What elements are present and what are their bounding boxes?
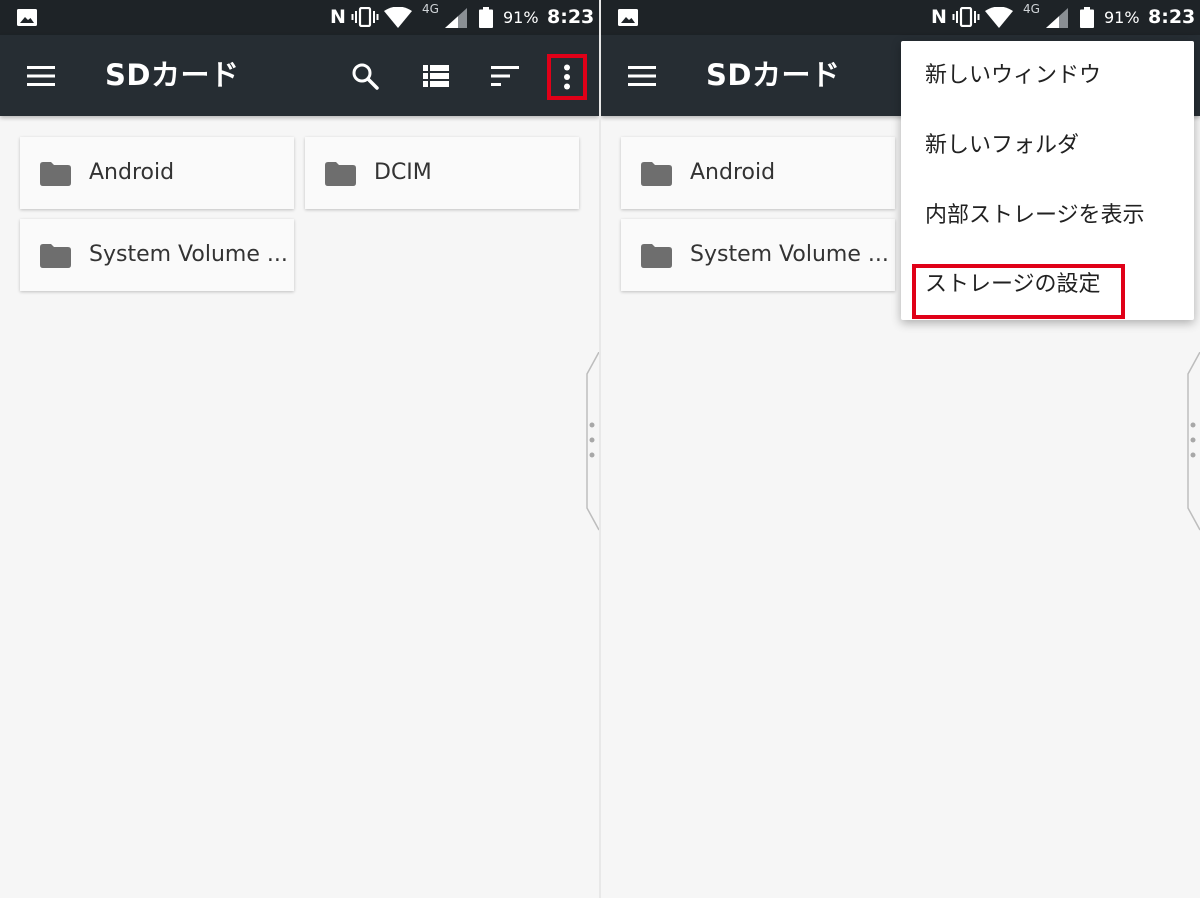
more-vert-icon xyxy=(564,64,570,90)
menu-item-label: ストレージの設定 xyxy=(925,272,1101,297)
status-bar: N 4G 91% 8:23 xyxy=(601,0,1200,35)
vibrate-icon xyxy=(952,7,980,27)
menu-item-label: 新しいウィンドウ xyxy=(925,63,1102,88)
folder-item[interactable]: Android xyxy=(20,137,294,209)
network-type: 4G xyxy=(1023,2,1040,16)
folder-name: Android xyxy=(690,160,776,185)
sort-button[interactable] xyxy=(487,58,523,94)
menu-item-storage-settings[interactable]: ストレージの設定 xyxy=(901,250,1194,320)
phone-screen-right: N 4G 91% 8:23 SDカード Android System Volum… xyxy=(601,0,1200,898)
battery-percent: 91% xyxy=(1104,8,1140,27)
page-title: SDカード xyxy=(105,58,240,92)
signal-icon xyxy=(445,8,467,28)
wifi-icon xyxy=(384,7,412,28)
app-bar: SDカード xyxy=(0,35,599,116)
folder-item[interactable]: DCIM xyxy=(305,137,579,209)
status-bar: N 4G 91% 8:23 xyxy=(0,0,599,35)
search-button[interactable] xyxy=(347,58,383,94)
folder-item[interactable]: System Volume ... xyxy=(20,219,294,291)
battery-icon xyxy=(479,7,493,28)
list-view-button[interactable] xyxy=(418,58,454,94)
folder-icon xyxy=(40,244,71,268)
page-title: SDカード xyxy=(706,58,841,92)
network-type: 4G xyxy=(422,2,439,16)
folder-icon xyxy=(641,244,672,268)
folder-icon xyxy=(641,162,672,186)
hamburger-menu-icon[interactable] xyxy=(628,66,656,86)
menu-item-label: 内部ストレージを表示 xyxy=(925,203,1145,228)
search-icon xyxy=(352,63,379,90)
edge-panel-handle[interactable] xyxy=(1186,352,1200,532)
menu-item-new-window[interactable]: 新しいウィンドウ xyxy=(901,41,1194,111)
more-options-button[interactable] xyxy=(547,54,587,100)
clock: 8:23 xyxy=(1148,6,1196,28)
folder-name: System Volume ... xyxy=(89,242,288,267)
phone-screen-left: N 4G 91% 8:23 SDカード Android DCIM System … xyxy=(0,0,599,898)
clock: 8:23 xyxy=(547,6,595,28)
folder-icon xyxy=(40,162,71,186)
menu-item-show-internal-storage[interactable]: 内部ストレージを表示 xyxy=(901,181,1194,251)
folder-icon xyxy=(325,162,356,186)
nfc-icon: N xyxy=(931,6,947,28)
overflow-menu: 新しいウィンドウ 新しいフォルダ 内部ストレージを表示 ストレージの設定 xyxy=(901,41,1194,320)
menu-item-new-folder[interactable]: 新しいフォルダ xyxy=(901,111,1194,181)
list-view-icon xyxy=(423,65,449,87)
menu-item-label: 新しいフォルダ xyxy=(925,133,1080,158)
battery-percent: 91% xyxy=(503,8,539,27)
vibrate-icon xyxy=(351,7,379,27)
folder-name: DCIM xyxy=(374,160,432,185)
folder-item[interactable]: System Volume ... xyxy=(621,219,895,291)
battery-icon xyxy=(1080,7,1094,28)
gallery-notification-icon xyxy=(618,9,638,26)
edge-panel-handle[interactable] xyxy=(585,352,599,532)
sort-icon xyxy=(491,66,519,86)
wifi-icon xyxy=(985,7,1013,28)
folder-item[interactable]: Android xyxy=(621,137,895,209)
signal-icon xyxy=(1046,8,1068,28)
gallery-notification-icon xyxy=(17,9,37,26)
folder-name: System Volume ... xyxy=(690,242,889,267)
nfc-icon: N xyxy=(330,6,346,28)
folder-name: Android xyxy=(89,160,175,185)
hamburger-menu-icon[interactable] xyxy=(27,66,55,86)
